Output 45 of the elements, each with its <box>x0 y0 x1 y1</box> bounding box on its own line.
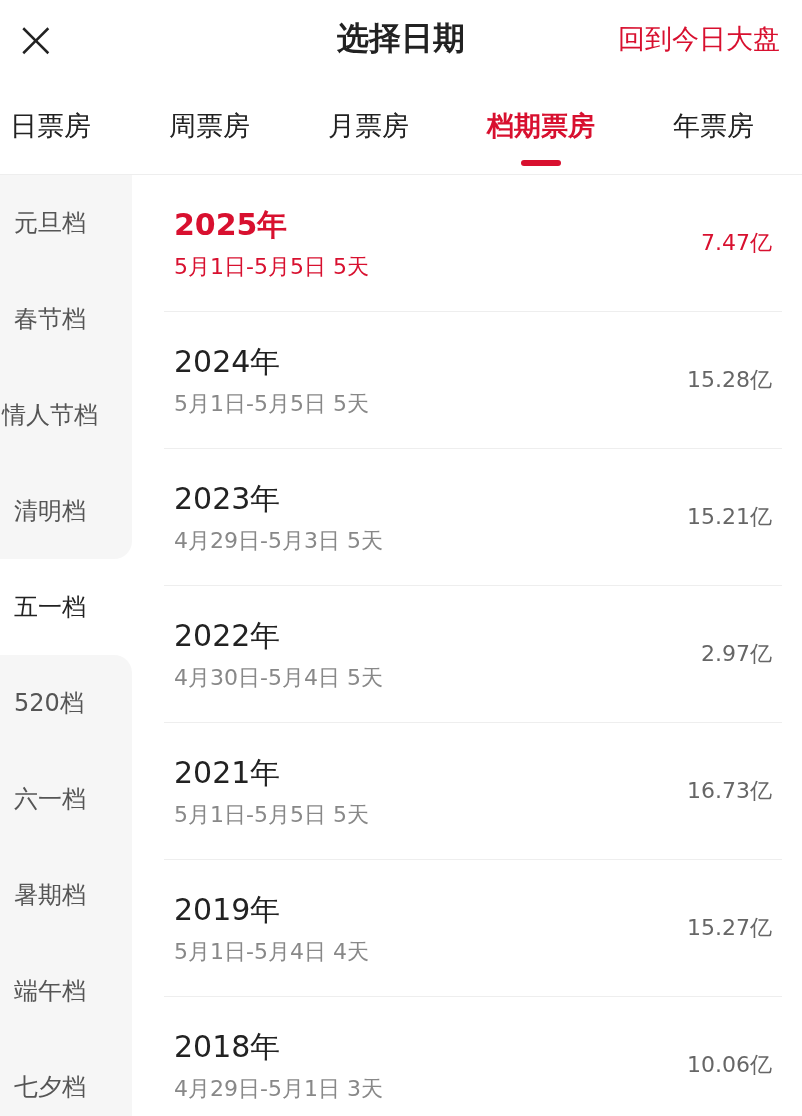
sidebar-item[interactable]: 情人节档 <box>0 367 132 463</box>
year-label: 2024年 <box>174 342 282 381</box>
list-row[interactable]: 2021年 5月1日-5月5日 5天 16.73亿 <box>164 723 782 860</box>
date-range: 5月1日-5月5日 5天 <box>174 252 369 281</box>
date-range: 4月29日-5月3日 5天 <box>174 526 383 555</box>
list-row[interactable]: 2018年 4月29日-5月1日 3天 10.06亿 <box>164 997 782 1116</box>
box-office-value: 16.73亿 <box>687 777 772 805</box>
list-row[interactable]: 2025年 5月1日-5月5日 5天 7.47亿 <box>164 175 782 312</box>
date-range: 5月1日-5月5日 5天 <box>174 389 369 418</box>
box-office-value: 15.28亿 <box>687 366 772 394</box>
tab[interactable]: 月票房 <box>328 86 409 166</box>
back-to-today-link[interactable]: 回到今日大盘 <box>618 21 780 57</box>
year-label: 2023年 <box>174 479 282 518</box>
year-label: 2022年 <box>174 616 282 655</box>
date-range: 5月1日-5月5日 5天 <box>174 800 369 829</box>
list-row[interactable]: 2022年 4月30日-5月4日 5天 2.97亿 <box>164 586 782 723</box>
box-office-value: 15.27亿 <box>687 914 772 942</box>
page-title: 选择日期 <box>337 18 465 59</box>
sidebar-item[interactable]: 七夕档 <box>0 1039 132 1116</box>
year-label: 2021年 <box>174 753 282 792</box>
date-range: 5月1日-5月4日 4天 <box>174 937 369 966</box>
sidebar-item[interactable]: 春节档 <box>0 271 132 367</box>
year-label: 2019年 <box>174 890 282 929</box>
date-range: 4月29日-5月1日 3天 <box>174 1074 383 1103</box>
list-row[interactable]: 2023年 4月29日-5月3日 5天 15.21亿 <box>164 449 782 586</box>
sidebar-item[interactable]: 暑期档 <box>0 847 132 943</box>
sidebar-item[interactable]: 端午档 <box>0 943 132 1039</box>
sidebar-item[interactable]: 元旦档 <box>0 175 132 271</box>
box-office-value: 15.21亿 <box>687 503 772 531</box>
list-row[interactable]: 2019年 5月1日-5月4日 4天 15.27亿 <box>164 860 782 997</box>
date-range: 4月30日-5月4日 5天 <box>174 663 383 692</box>
sidebar-item[interactable]: 六一档 <box>0 751 132 847</box>
sidebar-item[interactable]: 清明档 <box>0 463 132 559</box>
box-office-value: 10.06亿 <box>687 1051 772 1079</box>
close-icon[interactable]: × <box>14 13 58 65</box>
tab[interactable]: 周票房 <box>169 86 250 166</box>
year-label: 2025年 <box>174 205 289 244</box>
box-office-value: 2.97亿 <box>701 640 772 668</box>
tab[interactable]: 档期票房 <box>487 86 595 166</box>
list-row[interactable]: 2024年 5月1日-5月5日 5天 15.28亿 <box>164 312 782 449</box>
tab[interactable]: 年票房 <box>673 86 754 166</box>
tab[interactable]: 日票房 <box>10 86 91 166</box>
box-office-value: 7.47亿 <box>701 229 772 257</box>
year-label: 2018年 <box>174 1027 282 1066</box>
sidebar-item[interactable]: 520档 <box>0 655 132 751</box>
